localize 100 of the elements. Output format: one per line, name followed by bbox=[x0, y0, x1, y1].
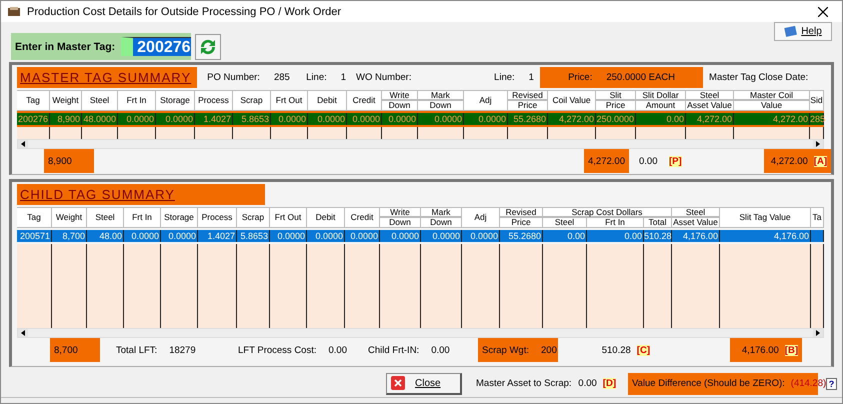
help-button[interactable]: ? bbox=[826, 378, 837, 390]
column-header[interactable]: Frt In bbox=[124, 207, 161, 228]
column-header[interactable]: Scrap bbox=[237, 207, 270, 228]
column-header[interactable]: Price bbox=[508, 100, 548, 111]
column-header[interactable]: Revised bbox=[500, 207, 543, 217]
info-field: Price: 250.0000 EACH bbox=[540, 67, 704, 88]
column-header[interactable]: Steel bbox=[686, 90, 734, 100]
table-cell: 250.0000 bbox=[596, 113, 636, 125]
column-header[interactable]: Coil Value bbox=[548, 90, 596, 111]
column-header[interactable]: Frt In bbox=[587, 217, 644, 228]
column-header[interactable]: Steel bbox=[82, 90, 118, 111]
column-header[interactable]: Write bbox=[382, 90, 418, 100]
table-cell: 0.0000 bbox=[345, 230, 380, 242]
total-value: 0.00 bbox=[639, 156, 658, 166]
column-header[interactable]: Asset Value bbox=[686, 100, 734, 111]
column-header[interactable]: Sid bbox=[810, 90, 824, 111]
table-cell: 48.0000 bbox=[82, 113, 118, 125]
total-label: LFT Process Cost: bbox=[238, 344, 316, 356]
column-header[interactable]: Steel bbox=[543, 217, 587, 228]
column-header[interactable]: Down bbox=[418, 100, 464, 111]
table-cell: 0.0000 bbox=[118, 113, 156, 125]
column-header[interactable]: Down bbox=[421, 217, 462, 228]
total-label: Child Frt-IN: bbox=[368, 344, 420, 356]
info-field: Line: 1 bbox=[494, 72, 536, 83]
column-header[interactable]: Slit Tag Value bbox=[720, 207, 811, 228]
table-cell: 48.00 bbox=[87, 230, 124, 242]
table-cell: 0.0000 bbox=[156, 113, 195, 125]
total-value: 4,272.00 bbox=[588, 156, 625, 166]
total-label: Master Asset to Scrap: bbox=[476, 378, 572, 389]
total-label: Value Difference (Should be ZERO): bbox=[632, 378, 785, 389]
column-header[interactable]: Down bbox=[382, 100, 418, 111]
column-header[interactable]: Weight bbox=[50, 90, 82, 111]
column-header[interactable]: Slit bbox=[596, 90, 636, 100]
column-header[interactable]: Asset Value bbox=[672, 217, 720, 228]
table-cell: 0.0000 bbox=[421, 230, 462, 242]
table-cell: 0.00 bbox=[636, 113, 686, 125]
column-header[interactable]: Tag bbox=[17, 207, 52, 228]
column-header[interactable]: Scrap bbox=[233, 90, 271, 111]
total-value: 18279 bbox=[169, 344, 196, 356]
column-header[interactable]: Master Coil bbox=[734, 90, 810, 100]
table-cell: 0.0000 bbox=[308, 113, 347, 125]
section-title: MASTER TAG SUMMARY bbox=[17, 67, 198, 88]
info-field: PO Number: 285 bbox=[207, 72, 302, 83]
column-header[interactable]: Write bbox=[380, 207, 421, 217]
total-label: Scrap Wgt: bbox=[482, 344, 529, 356]
total-value: 4,176.00 bbox=[742, 344, 779, 356]
column-header[interactable]: Ta bbox=[811, 207, 824, 228]
table-cell: 55.2680 bbox=[500, 230, 543, 242]
table-cell: 200571 bbox=[17, 230, 52, 242]
column-header[interactable]: Total bbox=[644, 217, 672, 228]
master-tag-input[interactable]: 200276 bbox=[121, 37, 192, 56]
column-header[interactable]: Mark bbox=[421, 207, 462, 217]
table-cell: 0.0000 bbox=[307, 230, 345, 242]
table-cell: 0.0000 bbox=[124, 230, 161, 242]
total-value: 8,700 bbox=[54, 344, 78, 356]
column-header[interactable]: Price bbox=[596, 100, 636, 111]
total-value: 0.00 bbox=[328, 344, 347, 356]
column-header[interactable]: Adj bbox=[462, 207, 500, 228]
column-header[interactable]: Credit bbox=[347, 90, 382, 111]
column-header[interactable]: Storage bbox=[156, 90, 195, 111]
column-header[interactable]: Tag bbox=[17, 90, 50, 111]
reference-tag: [B] bbox=[784, 344, 798, 356]
table-cell: 1.4027 bbox=[198, 230, 237, 242]
column-header[interactable]: Frt Out bbox=[270, 207, 307, 228]
column-header[interactable]: Steel bbox=[87, 207, 124, 228]
column-header[interactable]: Frt In bbox=[118, 90, 156, 111]
column-header[interactable]: Weight bbox=[52, 207, 87, 228]
table-cell: 8,900 bbox=[50, 113, 82, 125]
column-header[interactable]: Debit bbox=[308, 90, 347, 111]
table-cell: 0.0000 bbox=[462, 230, 500, 242]
column-header[interactable]: Storage bbox=[161, 207, 198, 228]
help-button[interactable]: Help bbox=[774, 22, 832, 41]
total-value: 200 bbox=[541, 344, 557, 356]
column-header[interactable]: Steel bbox=[672, 207, 720, 217]
column-header[interactable]: Mark bbox=[418, 90, 464, 100]
reference-tag: [D] bbox=[602, 378, 616, 389]
column-header[interactable]: Revised bbox=[508, 90, 548, 100]
column-header[interactable]: Value bbox=[734, 100, 810, 111]
section-title: CHILD TAG SUMMARY bbox=[17, 184, 265, 205]
table-cell: 0.0000 bbox=[418, 113, 464, 125]
table-cell: 4,176.00 bbox=[672, 230, 720, 242]
column-header[interactable]: Price bbox=[500, 217, 543, 228]
column-header[interactable]: Amount bbox=[636, 100, 686, 111]
table-cell: 0.00 bbox=[543, 230, 587, 242]
table-cell: 0.00 bbox=[587, 230, 644, 242]
column-header[interactable]: Frt Out bbox=[271, 90, 308, 111]
table-cell: 4,272.00 bbox=[686, 113, 734, 125]
close-button[interactable]: Close bbox=[386, 372, 462, 394]
column-header[interactable]: Process bbox=[198, 207, 237, 228]
info-field: Master Tag Close Date: bbox=[709, 72, 808, 83]
column-header[interactable]: Credit bbox=[345, 207, 380, 228]
column-header[interactable]: Slit Dollar bbox=[636, 90, 686, 100]
column-header[interactable]: Debit bbox=[307, 207, 345, 228]
column-header[interactable]: Adj bbox=[464, 90, 508, 111]
table-cell: 0.0000 bbox=[271, 113, 308, 125]
column-header[interactable]: Process bbox=[195, 90, 233, 111]
column-header[interactable]: Down bbox=[380, 217, 421, 228]
table-cell: 5.8653 bbox=[237, 230, 270, 242]
window-title: Production Cost Details for Outside Processing PO / Work Order bbox=[27, 6, 342, 18]
table-cell: 1.4027 bbox=[195, 113, 233, 125]
